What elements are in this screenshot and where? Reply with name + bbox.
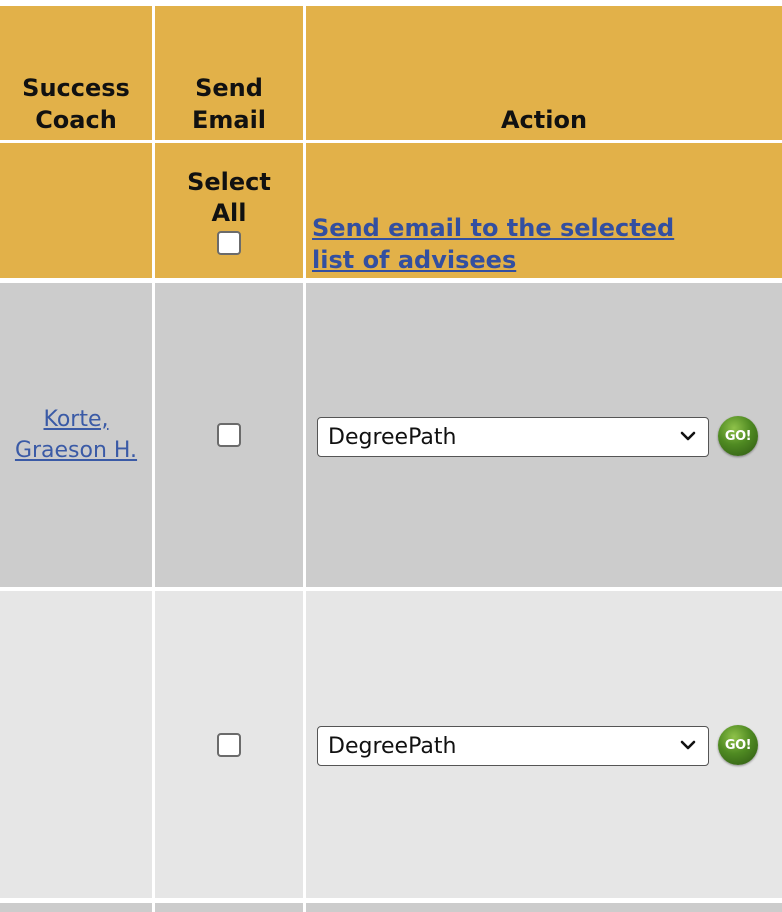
header-success-coach-label: Success Coach	[22, 74, 130, 134]
go-button-icon: GO!	[724, 737, 752, 753]
select-all-cell: Select All	[155, 143, 303, 278]
header-success-coach: Success Coach	[0, 6, 152, 140]
row-2-go-button[interactable]: GO!	[718, 725, 758, 765]
advisee-table: Success Coach Send Email Action Select A…	[0, 0, 782, 912]
row-2-email-checkbox[interactable]	[217, 732, 241, 757]
go-button-icon: GO!	[724, 428, 752, 444]
header-send-email: Send Email	[155, 6, 303, 140]
header-action-label: Action	[500, 106, 588, 134]
table-row-2-coach	[0, 591, 152, 898]
row-1-go-button[interactable]: GO!	[718, 416, 758, 456]
chevron-down-icon	[680, 431, 696, 441]
controls-coach-cell	[0, 143, 152, 278]
row-1-action-select[interactable]: DegreePath	[317, 417, 709, 457]
header-action: Action	[306, 6, 782, 140]
table-row-1-email	[155, 283, 303, 587]
table-row-2-email	[155, 591, 303, 898]
row-1-email-checkbox[interactable]	[217, 423, 241, 447]
table-row-3-email	[155, 903, 303, 912]
select-all-checkbox[interactable]	[217, 230, 241, 255]
row-2-action-value: DegreePath	[328, 733, 457, 759]
table-row-3-coach	[0, 903, 152, 912]
header-send-email-label: Send Email	[191, 74, 267, 134]
send-email-link[interactable]: Send email to the selected list of advis…	[312, 212, 682, 276]
table-row-3-action	[306, 903, 782, 912]
select-all-label: Select All	[187, 167, 271, 227]
row-2-action-select[interactable]: DegreePath	[317, 726, 709, 766]
row-1-action-value: DegreePath	[328, 424, 457, 450]
coach-link[interactable]: Korte, Graeson H.	[1, 404, 151, 466]
chevron-down-icon	[680, 740, 696, 750]
table-row-1-coach: Korte, Graeson H.	[0, 283, 152, 587]
